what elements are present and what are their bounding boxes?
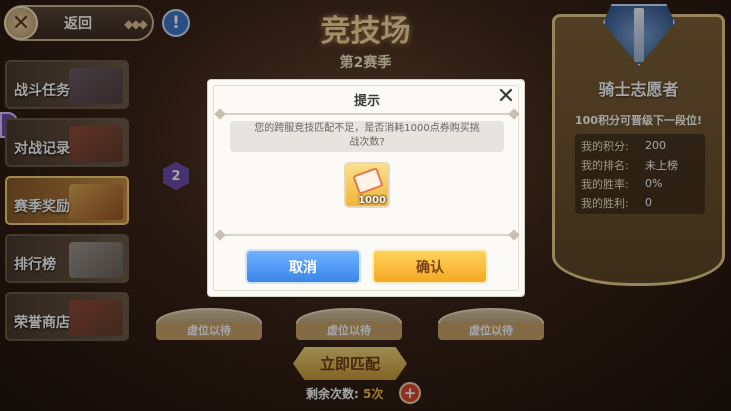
message-line: 您的跨服竞技匹配不足，是否消耗1000点券购买挑 bbox=[254, 123, 480, 134]
cancel-button[interactable]: 取消 bbox=[245, 249, 361, 284]
ticket-icon bbox=[352, 167, 384, 195]
item-slot[interactable]: 1000 bbox=[344, 162, 390, 208]
confirm-button[interactable]: 确认 bbox=[372, 249, 488, 284]
divider bbox=[220, 113, 514, 115]
close-icon: ✕ bbox=[496, 84, 516, 109]
close-button[interactable]: ✕ bbox=[495, 86, 517, 108]
item-quantity: 1000 bbox=[358, 195, 386, 206]
message-line: 战次数? bbox=[349, 137, 385, 148]
divider bbox=[220, 234, 514, 236]
prompt-dialog: 提示 ✕ 您的跨服竞技匹配不足，是否消耗1000点券购买挑 战次数? 1000 … bbox=[207, 79, 525, 297]
dialog-message: 您的跨服竞技匹配不足，是否消耗1000点券购买挑 战次数? bbox=[230, 121, 504, 152]
dialog-title: 提示 bbox=[353, 94, 380, 109]
